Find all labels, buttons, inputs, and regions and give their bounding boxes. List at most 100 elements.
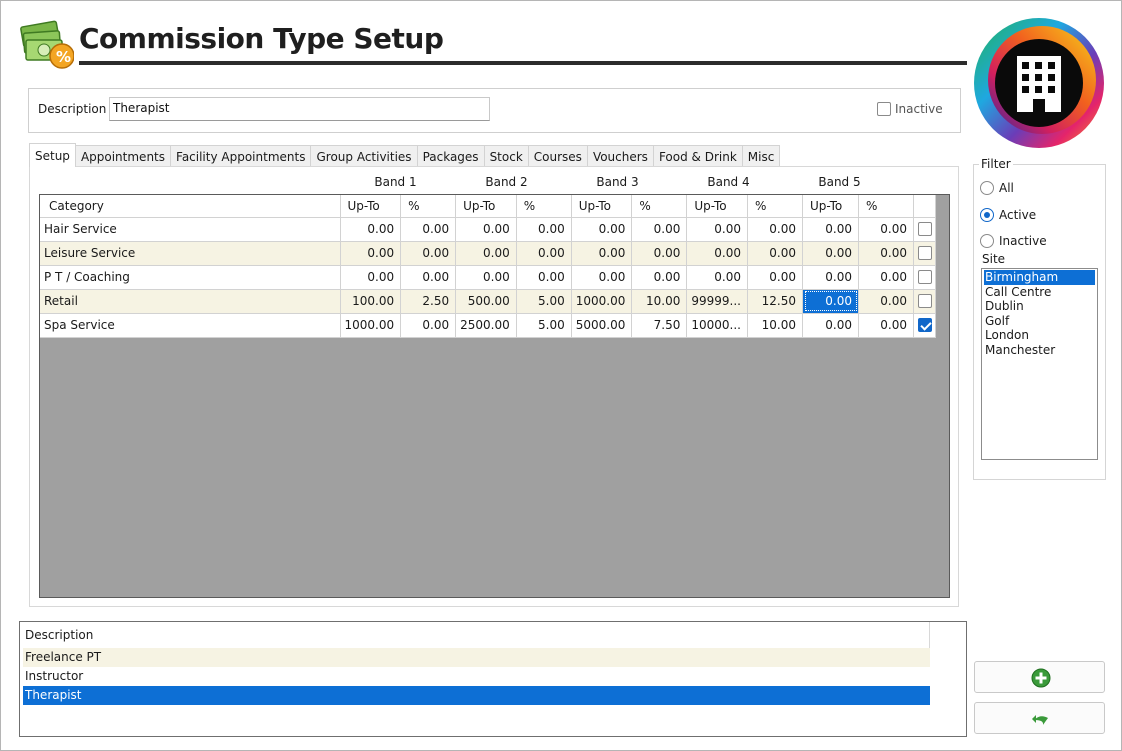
grid-cell[interactable]: 0.00 (802, 241, 859, 266)
grid-cell[interactable]: 100.00 (340, 289, 402, 314)
site-item-golf[interactable]: Golf (984, 314, 1095, 329)
grid-cell[interactable]: 0.00 (747, 241, 803, 266)
tab-setup[interactable]: Setup (29, 143, 76, 167)
list-item[interactable]: Freelance PT (23, 648, 930, 667)
grid-cell[interactable]: 0.00 (455, 217, 517, 242)
grid-cell[interactable]: 1000.00 (571, 289, 633, 314)
grid-cell[interactable]: 5.00 (516, 289, 572, 314)
column-header-upto[interactable]: Up-To (340, 195, 402, 218)
grid-cell[interactable]: 2.50 (400, 289, 457, 314)
row-checkbox-cell[interactable] (913, 241, 936, 266)
table-row[interactable]: Hair Service 0.00 0.00 0.00 0.00 0.00 0.… (40, 217, 936, 242)
table-row[interactable]: Leisure Service 0.00 0.00 0.00 0.00 0.00… (40, 241, 936, 266)
category-cell[interactable]: Retail (40, 289, 341, 314)
site-listbox[interactable]: Birmingham Call Centre Dublin Golf Londo… (981, 268, 1098, 460)
grid-cell[interactable]: 10.00 (747, 313, 803, 338)
grid-cell[interactable]: 0.00 (858, 217, 914, 242)
tab-food-drink[interactable]: Food & Drink (652, 145, 743, 167)
row-checkbox[interactable] (917, 222, 932, 237)
grid-cell[interactable]: 0.00 (571, 241, 633, 266)
grid-cell[interactable]: 0.00 (686, 217, 748, 242)
column-header-category[interactable]: Category (40, 195, 341, 218)
category-cell[interactable]: P T / Coaching (40, 265, 341, 290)
grid-cell[interactable]: 5.00 (516, 313, 572, 338)
grid-cell[interactable]: 0.00 (747, 217, 803, 242)
filter-active-radio[interactable]: Active (980, 207, 1036, 222)
row-checkbox[interactable] (917, 246, 932, 261)
grid-cell[interactable]: 0.00 (686, 241, 748, 266)
grid-cell[interactable]: 0.00 (340, 217, 402, 242)
tab-courses[interactable]: Courses (527, 145, 588, 167)
grid-cell[interactable]: 500.00 (455, 289, 517, 314)
grid-cell[interactable]: 0.00 (631, 265, 688, 290)
grid-cell[interactable]: 0.00 (747, 265, 803, 290)
column-header-upto[interactable]: Up-To (802, 195, 859, 218)
site-item-manchester[interactable]: Manchester (984, 343, 1095, 358)
site-item-dublin[interactable]: Dublin (984, 299, 1095, 314)
grid-cell[interactable]: 0.00 (802, 217, 859, 242)
description-input[interactable]: Therapist (109, 97, 490, 121)
grid-cell[interactable]: 0.00 (400, 265, 457, 290)
row-checkbox-cell[interactable] (913, 313, 936, 338)
list-item[interactable]: Instructor (23, 667, 930, 686)
grid-cell[interactable]: 10.00 (631, 289, 688, 314)
grid-cell[interactable]: 0.00 (858, 289, 914, 314)
tab-appointments[interactable]: Appointments (74, 145, 172, 167)
site-item-call-centre[interactable]: Call Centre (984, 285, 1095, 300)
grid-cell[interactable]: 0.00 (400, 241, 457, 266)
grid-cell[interactable]: 0.00 (400, 313, 457, 338)
tab-stock[interactable]: Stock (483, 145, 529, 167)
grid-cell[interactable]: 0.00 (516, 217, 572, 242)
grid-cell[interactable]: 0.00 (340, 265, 402, 290)
row-checkbox-cell[interactable] (913, 289, 936, 314)
grid-cell[interactable]: 0.00 (516, 241, 572, 266)
column-header-percent[interactable]: % (631, 195, 688, 218)
grid-cell[interactable]: 0.00 (631, 217, 688, 242)
grid-cell[interactable]: 0.00 (571, 217, 633, 242)
inactive-checkbox-box[interactable] (877, 101, 891, 116)
table-row[interactable]: P T / Coaching 0.00 0.00 0.00 0.00 0.00 … (40, 265, 936, 290)
row-checkbox[interactable] (917, 294, 932, 309)
grid-cell[interactable]: 0.00 (455, 265, 517, 290)
column-header-upto[interactable]: Up-To (571, 195, 633, 218)
column-header-percent[interactable]: % (747, 195, 803, 218)
row-checkbox-checked[interactable] (917, 318, 932, 333)
add-button[interactable] (974, 661, 1105, 693)
grid-cell[interactable]: 99999... (686, 289, 748, 314)
site-item-birmingham[interactable]: Birmingham (984, 270, 1095, 285)
undo-button[interactable] (974, 702, 1105, 734)
column-header-upto[interactable]: Up-To (686, 195, 748, 218)
grid-cell[interactable]: 0.00 (340, 241, 402, 266)
grid-cell[interactable]: 0.00 (516, 265, 572, 290)
list-item-selected[interactable]: Therapist (23, 686, 930, 705)
tab-packages[interactable]: Packages (416, 145, 485, 167)
tab-group-activities[interactable]: Group Activities (310, 145, 418, 167)
grid-cell[interactable]: 0.00 (858, 241, 914, 266)
list-column-header[interactable]: Description (25, 628, 93, 642)
grid-cell[interactable]: 5000.00 (571, 313, 633, 338)
grid-cell[interactable]: 1000.00 (340, 313, 402, 338)
radio-button[interactable] (980, 233, 994, 248)
grid-cell[interactable]: 12.50 (747, 289, 803, 314)
filter-all-radio[interactable]: All (980, 180, 1014, 195)
grid-cell[interactable]: 10000... (686, 313, 748, 338)
category-cell[interactable]: Leisure Service (40, 241, 341, 266)
table-row[interactable]: Retail 100.00 2.50 500.00 5.00 1000.00 1… (40, 289, 936, 314)
category-cell[interactable]: Hair Service (40, 217, 341, 242)
filter-inactive-radio[interactable]: Inactive (980, 233, 1047, 248)
category-cell[interactable]: Spa Service (40, 313, 341, 338)
grid-cell[interactable]: 7.50 (631, 313, 688, 338)
site-item-london[interactable]: London (984, 328, 1095, 343)
row-checkbox-cell[interactable] (913, 217, 936, 242)
grid-cell[interactable]: 0.00 (858, 265, 914, 290)
row-checkbox[interactable] (917, 270, 932, 285)
row-checkbox-cell[interactable] (913, 265, 936, 290)
table-row[interactable]: Spa Service 1000.00 0.00 2500.00 5.00 50… (40, 313, 936, 338)
tab-facility-appointments[interactable]: Facility Appointments (170, 145, 312, 167)
grid-cell[interactable]: 0.00 (400, 217, 457, 242)
grid-cell[interactable]: 0.00 (571, 265, 633, 290)
column-header-percent[interactable]: % (516, 195, 572, 218)
grid-cell[interactable]: 2500.00 (455, 313, 517, 338)
grid-cell-selected[interactable]: 0.00 (802, 289, 859, 314)
radio-button[interactable] (980, 180, 994, 195)
